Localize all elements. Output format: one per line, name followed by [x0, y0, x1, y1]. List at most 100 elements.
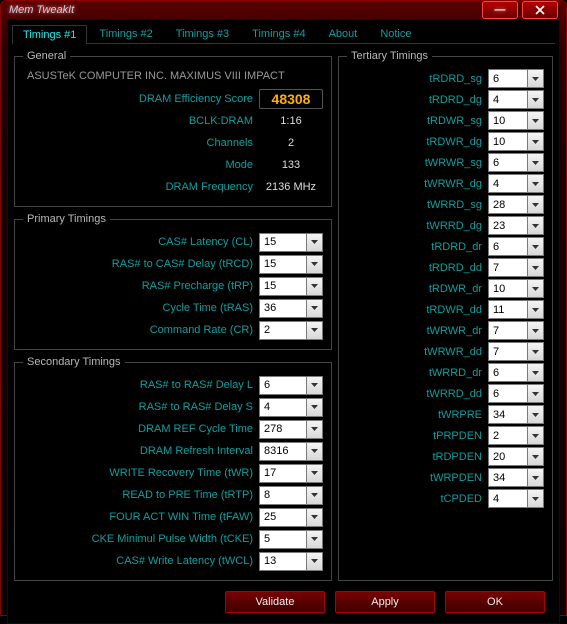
tertiary-combo[interactable]: 6: [488, 69, 544, 88]
tertiary-combo[interactable]: 4: [488, 489, 544, 508]
tab-timings-3[interactable]: Timings #3: [165, 24, 240, 43]
combo-value[interactable]: 5: [259, 530, 306, 549]
chevron-down-icon[interactable]: [527, 468, 544, 487]
tertiary-combo[interactable]: 28: [488, 195, 544, 214]
primary-combo[interactable]: 2: [259, 321, 323, 340]
chevron-down-icon[interactable]: [527, 426, 544, 445]
combo-value[interactable]: 20: [488, 447, 527, 466]
tertiary-combo[interactable]: 10: [488, 279, 544, 298]
combo-value[interactable]: 278: [259, 420, 306, 439]
combo-value[interactable]: 6: [488, 363, 527, 382]
primary-combo[interactable]: 36: [259, 299, 323, 318]
combo-value[interactable]: 4: [488, 174, 527, 193]
combo-value[interactable]: 6: [488, 384, 527, 403]
tertiary-combo[interactable]: 10: [488, 111, 544, 130]
combo-value[interactable]: 2: [488, 426, 527, 445]
combo-value[interactable]: 10: [488, 279, 527, 298]
tertiary-combo[interactable]: 11: [488, 300, 544, 319]
combo-value[interactable]: 10: [488, 111, 527, 130]
chevron-down-icon[interactable]: [306, 442, 323, 461]
secondary-combo[interactable]: 17: [259, 464, 323, 483]
chevron-down-icon[interactable]: [306, 420, 323, 439]
secondary-combo[interactable]: 8316: [259, 442, 323, 461]
chevron-down-icon[interactable]: [306, 486, 323, 505]
chevron-down-icon[interactable]: [527, 279, 544, 298]
secondary-combo[interactable]: 5: [259, 530, 323, 549]
combo-value[interactable]: 7: [488, 258, 527, 277]
tertiary-combo[interactable]: 6: [488, 363, 544, 382]
tertiary-combo[interactable]: 7: [488, 321, 544, 340]
tertiary-combo[interactable]: 7: [488, 258, 544, 277]
chevron-down-icon[interactable]: [306, 552, 323, 571]
combo-value[interactable]: 4: [488, 90, 527, 109]
tab-notice[interactable]: Notice: [369, 24, 422, 43]
chevron-down-icon[interactable]: [527, 237, 544, 256]
combo-value[interactable]: 13: [259, 552, 306, 571]
combo-value[interactable]: 34: [488, 468, 527, 487]
combo-value[interactable]: 15: [259, 277, 306, 296]
tertiary-combo[interactable]: 6: [488, 384, 544, 403]
chevron-down-icon[interactable]: [306, 530, 323, 549]
combo-value[interactable]: 15: [259, 255, 306, 274]
tertiary-combo[interactable]: 4: [488, 90, 544, 109]
secondary-combo[interactable]: 13: [259, 552, 323, 571]
chevron-down-icon[interactable]: [527, 69, 544, 88]
tertiary-combo[interactable]: 10: [488, 132, 544, 151]
chevron-down-icon[interactable]: [527, 195, 544, 214]
combo-value[interactable]: 11: [488, 300, 527, 319]
minimize-button[interactable]: —: [482, 1, 518, 19]
secondary-combo[interactable]: 6: [259, 376, 323, 395]
combo-value[interactable]: 36: [259, 299, 306, 318]
secondary-combo[interactable]: 4: [259, 398, 323, 417]
chevron-down-icon[interactable]: [527, 216, 544, 235]
combo-value[interactable]: 28: [488, 195, 527, 214]
secondary-combo[interactable]: 8: [259, 486, 323, 505]
combo-value[interactable]: 25: [259, 508, 306, 527]
tertiary-combo[interactable]: 2: [488, 426, 544, 445]
titlebar[interactable]: Mem TweakIt —: [1, 1, 566, 19]
combo-value[interactable]: 17: [259, 464, 306, 483]
combo-value[interactable]: 4: [488, 489, 527, 508]
chevron-down-icon[interactable]: [527, 321, 544, 340]
combo-value[interactable]: 6: [488, 153, 527, 172]
chevron-down-icon[interactable]: [527, 405, 544, 424]
chevron-down-icon[interactable]: [527, 174, 544, 193]
tertiary-combo[interactable]: 34: [488, 468, 544, 487]
secondary-combo[interactable]: 278: [259, 420, 323, 439]
chevron-down-icon[interactable]: [306, 255, 323, 274]
chevron-down-icon[interactable]: [527, 153, 544, 172]
combo-value[interactable]: 4: [259, 398, 306, 417]
chevron-down-icon[interactable]: [306, 277, 323, 296]
tertiary-combo[interactable]: 6: [488, 237, 544, 256]
combo-value[interactable]: 6: [488, 69, 527, 88]
combo-value[interactable]: 6: [259, 376, 306, 395]
primary-combo[interactable]: 15: [259, 233, 323, 252]
tab-timings-4[interactable]: Timings #4: [241, 24, 316, 43]
combo-value[interactable]: 7: [488, 342, 527, 361]
close-button[interactable]: [522, 1, 558, 19]
combo-value[interactable]: 6: [488, 237, 527, 256]
tab-about[interactable]: About: [318, 24, 369, 43]
chevron-down-icon[interactable]: [527, 132, 544, 151]
secondary-combo[interactable]: 25: [259, 508, 323, 527]
combo-value[interactable]: 2: [259, 321, 306, 340]
tab-timings-2[interactable]: Timings #2: [88, 24, 163, 43]
chevron-down-icon[interactable]: [306, 398, 323, 417]
chevron-down-icon[interactable]: [306, 376, 323, 395]
tab-timings-1[interactable]: Timings #1: [12, 25, 87, 44]
chevron-down-icon[interactable]: [527, 300, 544, 319]
combo-value[interactable]: 23: [488, 216, 527, 235]
chevron-down-icon[interactable]: [527, 447, 544, 466]
chevron-down-icon[interactable]: [306, 464, 323, 483]
tertiary-combo[interactable]: 4: [488, 174, 544, 193]
primary-combo[interactable]: 15: [259, 255, 323, 274]
combo-value[interactable]: 34: [488, 405, 527, 424]
chevron-down-icon[interactable]: [527, 90, 544, 109]
ok-button[interactable]: OK: [445, 591, 545, 613]
combo-value[interactable]: 7: [488, 321, 527, 340]
chevron-down-icon[interactable]: [527, 342, 544, 361]
tertiary-combo[interactable]: 23: [488, 216, 544, 235]
chevron-down-icon[interactable]: [527, 258, 544, 277]
chevron-down-icon[interactable]: [527, 111, 544, 130]
combo-value[interactable]: 8: [259, 486, 306, 505]
